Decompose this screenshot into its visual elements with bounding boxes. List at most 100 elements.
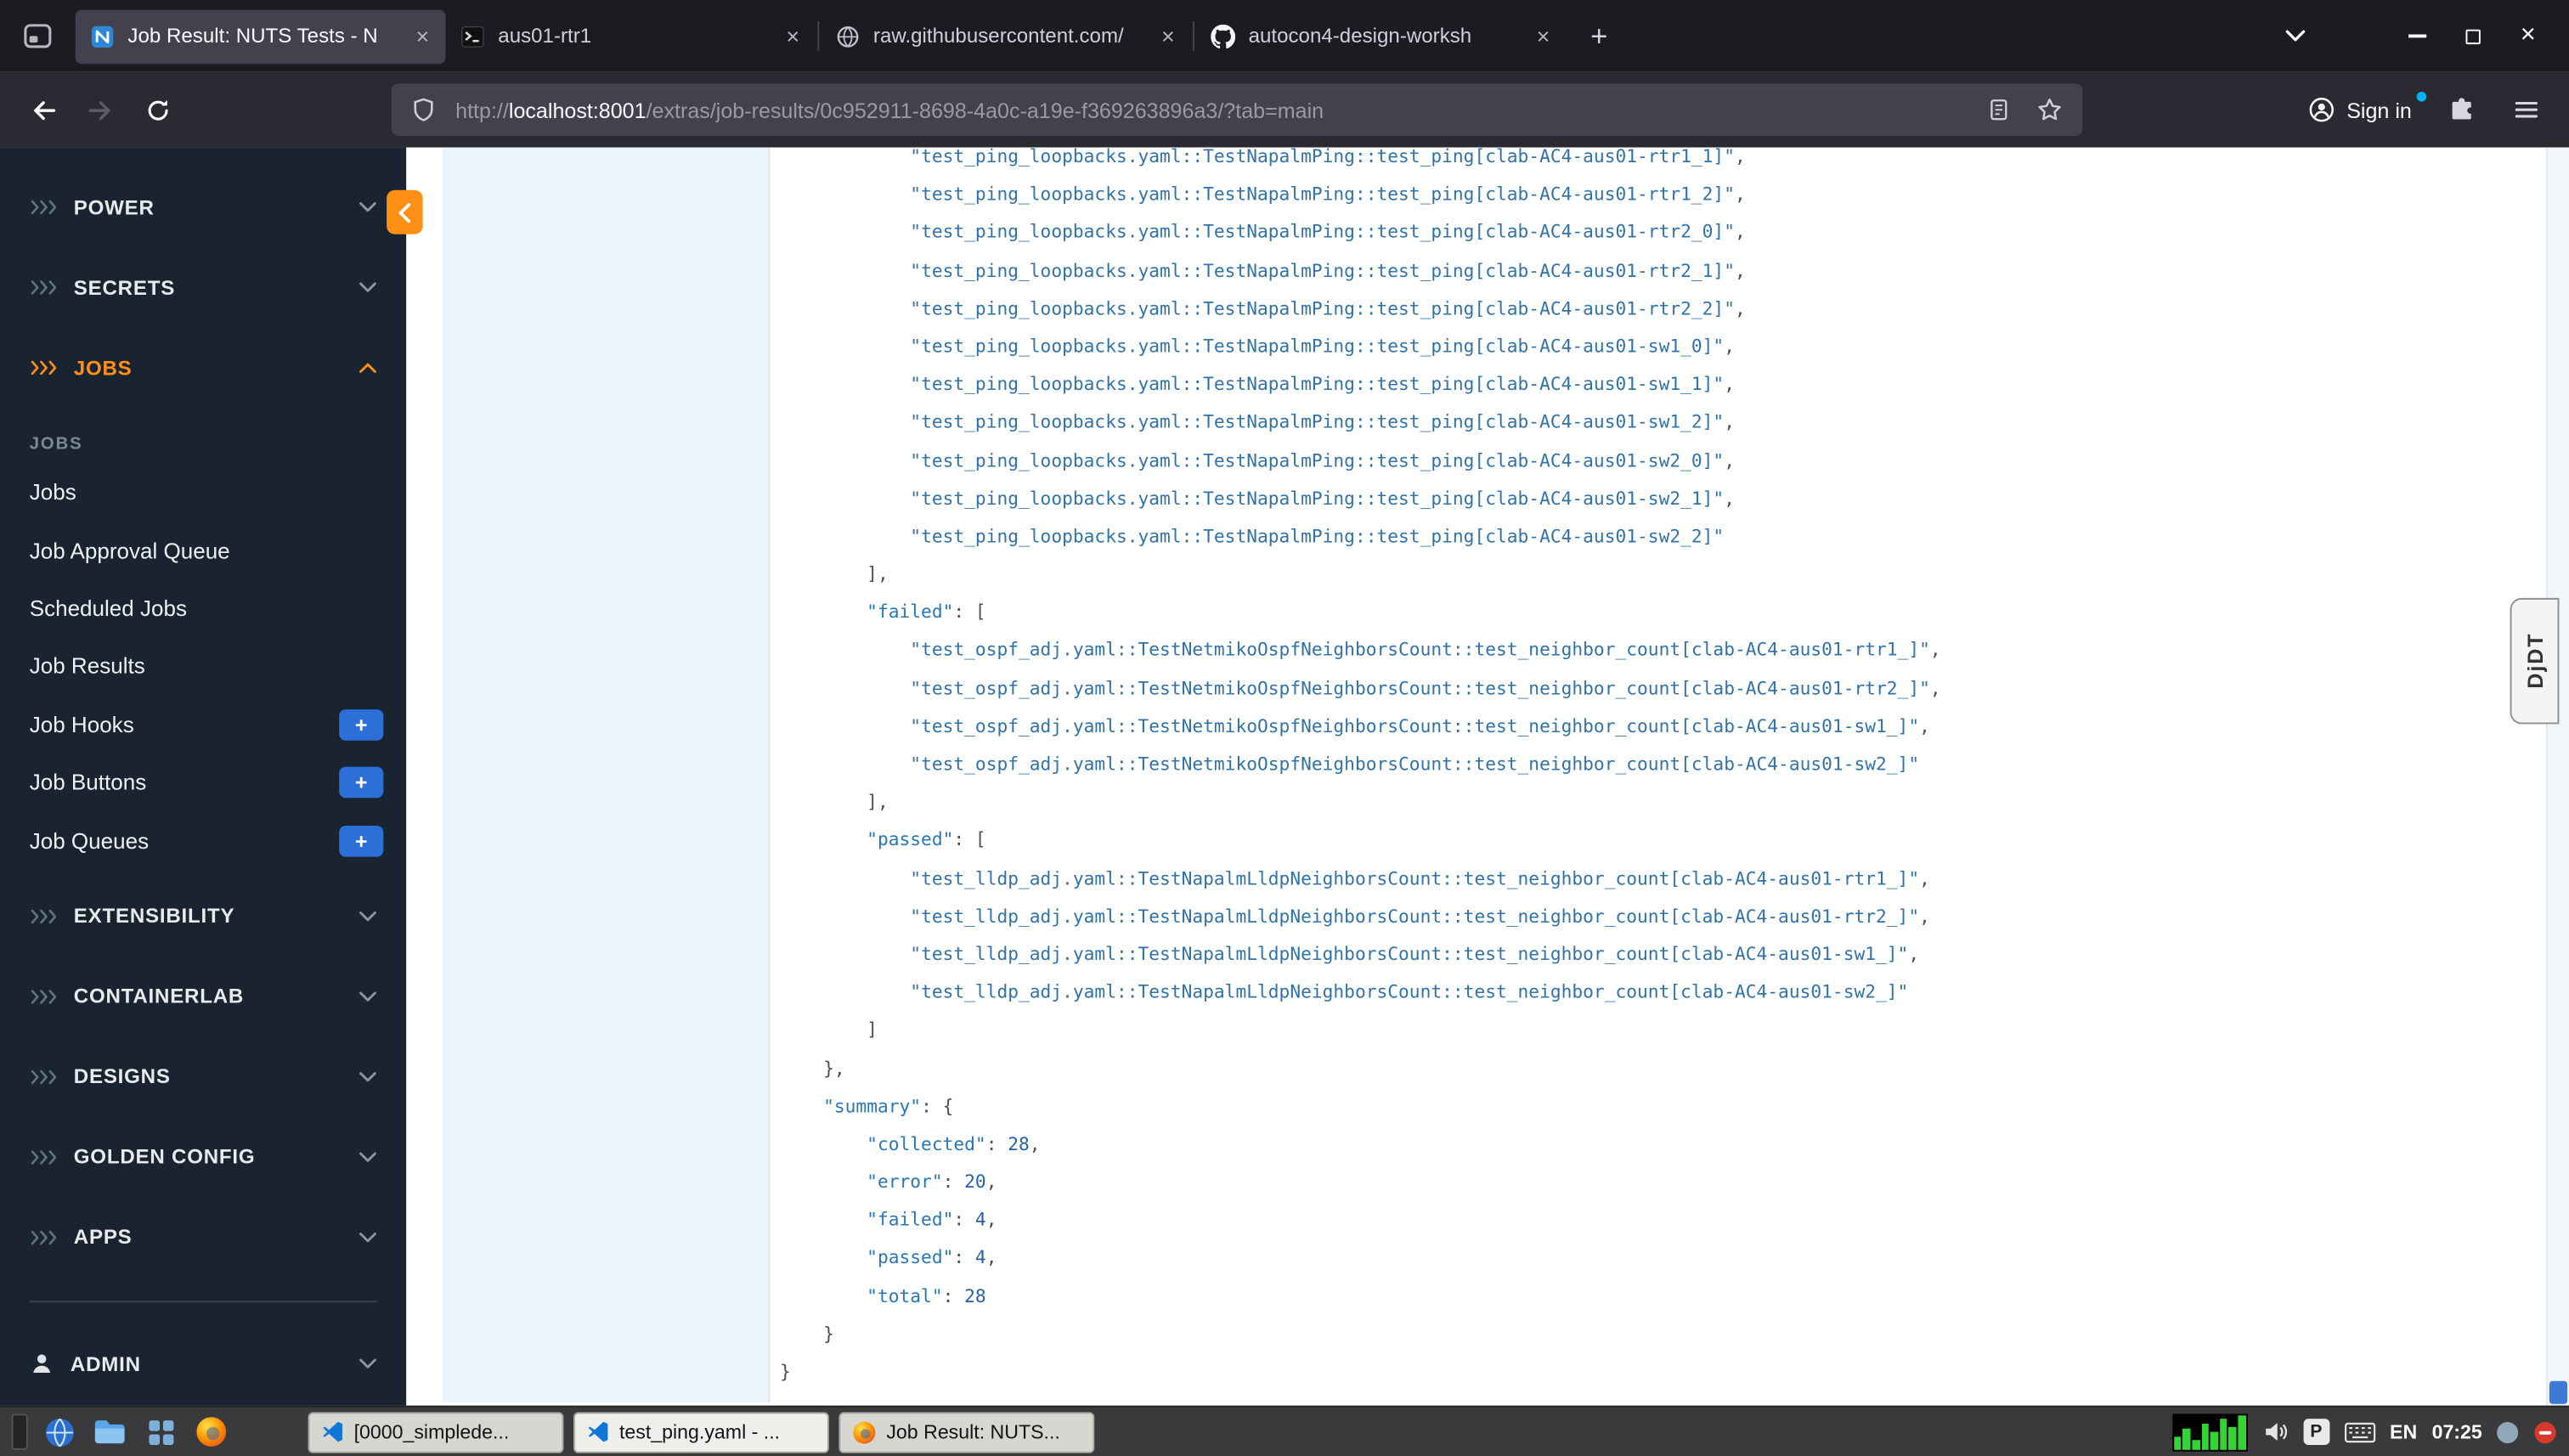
json-line: "test_lldp_adj.yaml::TestNapalmLldpNeigh… [780, 935, 2504, 973]
taskbar-window-test-ping-yaml[interactable]: test_ping.yaml - ... [573, 1411, 829, 1453]
json-token: , [1734, 259, 1746, 281]
keyboard-layout-label[interactable]: EN [2390, 1420, 2417, 1443]
sidebar-group-apps[interactable]: APPS [0, 1197, 406, 1277]
sidebar-group-containerlab[interactable]: CONTAINERLAB [0, 957, 406, 1037]
taskbar-window-job-result-nuts[interactable]: Job Result: NUTS... [838, 1411, 1095, 1453]
app-grid-launcher-icon[interactable] [141, 1412, 180, 1451]
cpu-graph-icon[interactable] [2171, 1413, 2248, 1451]
status-icon[interactable] [2497, 1421, 2519, 1443]
browser-tab-raw-githubusercontent-co[interactable]: raw.githubusercontent.com/ × [821, 9, 1191, 64]
reader-mode-icon[interactable] [1987, 97, 2010, 123]
show-desktop-button[interactable] [11, 1414, 28, 1450]
chevron-down-icon [359, 282, 376, 294]
sidebar-group-golden-config[interactable]: GOLDEN CONFIG [0, 1117, 406, 1198]
back-button[interactable] [16, 83, 69, 136]
json-line: "test_lldp_adj.yaml::TestNapalmLldpNeigh… [780, 973, 2504, 1012]
tab-close-icon[interactable]: × [1533, 23, 1554, 49]
sign-in-label: Sign in [2346, 97, 2412, 122]
sidebar-group-label: CONTAINERLAB [73, 985, 245, 1008]
browser-tab-autocon4-design-worksh[interactable]: autocon4-design-worksh × [1196, 9, 1567, 64]
url-scheme: http:// [455, 97, 509, 122]
tab-close-icon[interactable]: × [782, 23, 803, 49]
list-tabs-chevron-icon[interactable] [2267, 11, 2323, 60]
menu-hamburger-icon[interactable] [2500, 83, 2553, 136]
sidebar-item-job-results[interactable]: Job Results [0, 638, 406, 696]
json-token: "test_ping_loopbacks.yaml::TestNapalmPin… [910, 259, 1735, 281]
sidebar-group-extensibility[interactable]: EXTENSIBILITY [0, 876, 406, 956]
tab-close-icon[interactable]: × [1158, 23, 1178, 49]
firefox-view-button[interactable] [13, 11, 62, 60]
restore-icon [2465, 28, 2480, 44]
add-job-buttons-button[interactable]: + [339, 766, 384, 799]
sidebar-item-label: Job Queues [29, 827, 150, 853]
sidebar-group-admin[interactable]: ADMIN [0, 1325, 406, 1404]
json-output: "test_ping_loopbacks.yaml::TestNapalmPin… [770, 148, 2503, 1391]
json-token: "summary" [823, 1095, 922, 1117]
json-line: "test_ping_loopbacks.yaml::TestNapalmPin… [780, 404, 2504, 442]
sidebar-item-scheduled-jobs[interactable]: Scheduled Jobs [0, 579, 406, 637]
web-browser-launcher-icon[interactable] [39, 1412, 78, 1451]
sidebar-item-job-approval-queue[interactable]: Job Approval Queue [0, 522, 406, 579]
json-token: : [ [953, 829, 986, 851]
sidebar-item-label: Job Approval Queue [29, 538, 230, 563]
keyboard-icon[interactable] [2344, 1421, 2375, 1442]
minimize-button[interactable] [2389, 11, 2445, 60]
clock[interactable]: 07:25 [2432, 1420, 2482, 1443]
bookmark-star-icon[interactable] [2036, 97, 2063, 123]
close-window-button[interactable]: × [2500, 11, 2556, 60]
django-debug-toolbar-handle[interactable]: DjDT [2510, 597, 2560, 725]
json-token: "test_lldp_adj.yaml::TestNapalmLldpNeigh… [910, 981, 1909, 1003]
json-token: , [1919, 867, 1930, 889]
sidebar-group-jobs[interactable]: JOBS [0, 328, 406, 408]
scrollbar[interactable] [2545, 147, 2569, 1406]
sidebar-group-power[interactable]: POWER [0, 167, 406, 247]
sidebar-collapse-button[interactable] [387, 189, 423, 234]
clipboard-manager-icon[interactable]: P [2302, 1419, 2329, 1445]
sidebar-item-job-buttons[interactable]: Job Buttons + [0, 753, 406, 811]
tab-title: raw.githubusercontent.com/ [872, 24, 1124, 48]
sidebar-item-label: Job Hooks [29, 712, 134, 737]
json-token: , [1908, 943, 1920, 965]
chevron-down-icon [359, 1151, 376, 1163]
add-job-queues-button[interactable]: + [339, 825, 384, 856]
sidebar-item-jobs[interactable]: Jobs [0, 464, 406, 522]
taskbar-window-0000-simplede[interactable]: [0000_simplede... [308, 1411, 564, 1453]
sidebar-item-job-queues[interactable]: Job Queues + [0, 811, 406, 869]
restore-button[interactable] [2444, 11, 2500, 60]
window-buttons: [0000_simplede... test_ping.yaml - ... Job… [308, 1411, 1095, 1453]
json-line: }, [780, 1049, 2504, 1087]
forward-button[interactable] [74, 83, 127, 136]
sidebar-item-label: Scheduled Jobs [29, 595, 188, 621]
json-token: , [1029, 1133, 1041, 1155]
tab-separator [1192, 21, 1194, 51]
tab-close-icon[interactable]: × [413, 23, 433, 49]
url-text: http://localhost:8001/extras/job-results… [455, 98, 1324, 122]
sidebar-group-secrets[interactable]: SECRETS [0, 247, 406, 327]
browser-toolbar: http://localhost:8001/extras/job-results… [0, 71, 2569, 148]
extensions-icon[interactable] [2435, 83, 2487, 136]
sidebar-group-designs[interactable]: DESIGNS [0, 1036, 406, 1116]
minimize-icon [2408, 34, 2426, 38]
reload-button[interactable] [131, 83, 184, 136]
do-not-disturb-icon[interactable] [2533, 1419, 2558, 1444]
json-line: "test_ping_loopbacks.yaml::TestNapalmPin… [780, 251, 2504, 290]
json-token: : [942, 1171, 965, 1194]
sign-in-button[interactable]: Sign in [2299, 90, 2427, 129]
add-job-hooks-button[interactable]: + [339, 708, 384, 741]
volume-icon[interactable] [2262, 1420, 2289, 1443]
scrollbar-thumb[interactable] [2549, 1380, 2568, 1404]
file-manager-launcher-icon[interactable] [90, 1412, 129, 1451]
new-tab-button[interactable]: + [1576, 13, 1622, 59]
address-bar[interactable]: http://localhost:8001/extras/job-results… [391, 83, 2083, 137]
tracking-protection-shield-icon[interactable] [411, 97, 436, 123]
json-token: , [1929, 677, 1941, 699]
browser-tab-aus01-rtr1[interactable]: aus01-rtr1 × [446, 9, 816, 64]
browser-tab-job-result-nuts-tests-n[interactable]: Job Result: NUTS Tests - N × [75, 8, 446, 64]
firefox-launcher-icon[interactable] [192, 1412, 231, 1451]
sidebar-item-job-hooks[interactable]: Job Hooks + [0, 696, 406, 753]
